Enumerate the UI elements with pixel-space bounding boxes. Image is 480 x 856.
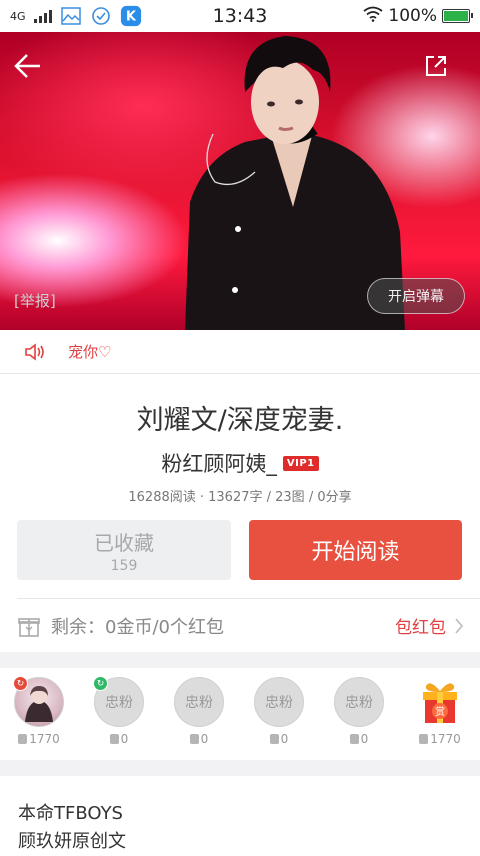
author-row[interactable]: 粉红顾阿姨_ VIP1 bbox=[0, 448, 480, 478]
danmu-toggle-button[interactable]: 开启弹幕 bbox=[367, 278, 465, 314]
author-name[interactable]: 粉红顾阿姨_ bbox=[161, 448, 277, 478]
svg-text:K: K bbox=[126, 10, 137, 25]
article-stats: 16288阅读 · 13627字 / 23图 / 0分享 bbox=[128, 490, 352, 505]
gift-box-icon bbox=[18, 617, 40, 637]
fan-label: 忠粉 bbox=[185, 695, 213, 711]
battery-percent: 100% bbox=[388, 6, 437, 26]
section-divider bbox=[0, 760, 480, 776]
kuwo-app-icon: K bbox=[120, 5, 142, 27]
fan-item[interactable]: 忠粉 0 bbox=[169, 677, 229, 746]
favorite-count: 159 bbox=[110, 557, 138, 574]
article-title: 刘耀文/深度宠妻. bbox=[136, 405, 344, 436]
music-title: 宠你♡ bbox=[68, 343, 112, 361]
gallery-icon bbox=[60, 6, 82, 26]
wifi-icon bbox=[363, 6, 383, 27]
fan-coins: 0 bbox=[200, 732, 209, 746]
article-description: 本命TFBOYS 顾玖妍原创文 bbox=[18, 800, 126, 856]
fan-item[interactable]: 忠粉 ↻ 0 bbox=[89, 676, 149, 746]
battery-icon bbox=[442, 9, 473, 23]
fan-coins: 1770 bbox=[29, 732, 60, 746]
fan-coins: 0 bbox=[280, 732, 289, 746]
refresh-badge-icon: ↻ bbox=[93, 676, 108, 691]
avatar[interactable]: 忠粉 bbox=[174, 677, 224, 727]
speaker-icon[interactable] bbox=[24, 342, 46, 361]
fan-coins: 1770 bbox=[430, 732, 461, 746]
chevron-right-icon bbox=[455, 617, 464, 634]
back-arrow-icon[interactable] bbox=[12, 50, 44, 82]
section-divider bbox=[0, 652, 480, 668]
music-bar[interactable]: 宠你♡ bbox=[0, 330, 480, 374]
fan-item[interactable]: ↻ 1770 bbox=[9, 676, 69, 746]
favorite-label: 已收藏 bbox=[94, 530, 154, 555]
fan-item[interactable]: 忠粉 0 bbox=[249, 677, 309, 746]
avatar[interactable]: 忠粉 bbox=[254, 677, 304, 727]
coin-icon bbox=[189, 734, 199, 744]
avatar[interactable]: ↻ bbox=[13, 676, 64, 727]
avatar[interactable]: 忠粉 bbox=[334, 677, 384, 727]
start-reading-button[interactable]: 开始阅读 bbox=[249, 520, 462, 580]
cover-image: [举报] 开启弹幕 bbox=[0, 32, 480, 330]
coin-icon bbox=[269, 734, 279, 744]
reward-gift-button[interactable]: 赏 bbox=[415, 677, 465, 727]
status-bar: 4G K 13:43 100% bbox=[0, 0, 480, 32]
report-link[interactable]: [举报] bbox=[14, 290, 56, 311]
send-red-packet-button[interactable]: 包红包 bbox=[395, 613, 464, 638]
gift-icon: 赏 bbox=[423, 683, 457, 723]
red-packet-row: 剩余：0金币/0个红包 包红包 bbox=[17, 598, 480, 652]
coin-icon bbox=[109, 734, 119, 744]
fan-coins: 0 bbox=[360, 732, 369, 746]
fan-coins: 0 bbox=[120, 732, 129, 746]
fan-label: 忠粉 bbox=[105, 695, 133, 711]
refresh-badge-icon: ↻ bbox=[13, 676, 28, 691]
reward-item[interactable]: 赏 1770 bbox=[410, 677, 470, 746]
coin-icon bbox=[419, 734, 429, 744]
check-circle-icon bbox=[90, 6, 112, 26]
network-type: 4G bbox=[10, 9, 26, 23]
signal-icon bbox=[33, 9, 52, 23]
favorite-button[interactable]: 已收藏 159 bbox=[17, 520, 231, 580]
gift-label: 赏 bbox=[435, 706, 445, 718]
fan-label: 忠粉 bbox=[265, 695, 293, 711]
description-line: 本命TFBOYS bbox=[18, 803, 123, 824]
coin-icon bbox=[349, 734, 359, 744]
avatar[interactable]: 忠粉 ↻ bbox=[93, 676, 144, 727]
description-line: 顾玖妍原创文 bbox=[18, 831, 126, 852]
coin-icon bbox=[18, 734, 28, 744]
remaining-balance: 剩余：0金币/0个红包 bbox=[51, 616, 224, 638]
fan-label: 忠粉 bbox=[345, 695, 373, 711]
share-icon[interactable] bbox=[424, 54, 448, 78]
send-red-packet-label: 包红包 bbox=[395, 618, 446, 638]
fans-ranking: ↻ 1770 忠粉 ↻ 0 忠粉 0 忠粉 0 忠粉 0 赏 1770 bbox=[0, 668, 480, 760]
fan-item[interactable]: 忠粉 0 bbox=[329, 677, 389, 746]
vip-badge: VIP1 bbox=[282, 455, 319, 471]
